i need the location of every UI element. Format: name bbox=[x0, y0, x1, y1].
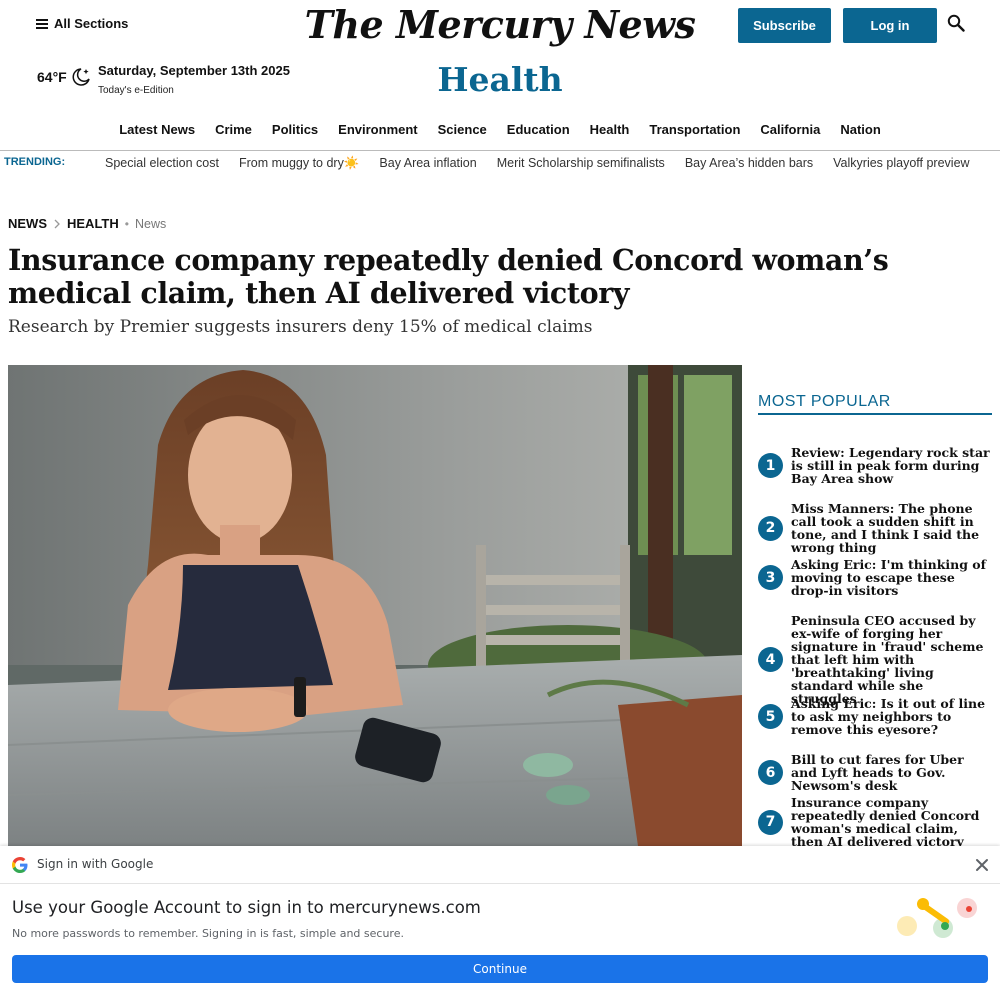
nav-divider bbox=[0, 150, 1000, 151]
breadcrumb-dot: • bbox=[124, 216, 129, 231]
rank-badge: 3 bbox=[758, 565, 783, 590]
search-icon[interactable] bbox=[947, 14, 965, 32]
breadcrumb-subsection[interactable]: News bbox=[135, 217, 166, 231]
popular-item[interactable]: 4 Peninsula CEO accused by ex-wife of fo… bbox=[758, 614, 992, 705]
nav-environment[interactable]: Environment bbox=[338, 122, 417, 137]
trending-item[interactable]: Bay Area inflation bbox=[379, 156, 476, 171]
popular-item[interactable]: 7 Insurance company repeatedly denied Co… bbox=[758, 796, 992, 848]
trending-item[interactable]: Merit Scholarship semifinalists bbox=[497, 156, 665, 171]
google-signin-subtitle: No more passwords to remember. Signing i… bbox=[12, 927, 404, 940]
login-button[interactable]: Log in bbox=[843, 8, 937, 43]
hero-photo-illustration bbox=[8, 365, 742, 846]
rank-badge: 4 bbox=[758, 647, 783, 672]
popular-item-title[interactable]: Miss Manners: The phone call took a sudd… bbox=[791, 502, 992, 554]
subscribe-button[interactable]: Subscribe bbox=[738, 8, 831, 43]
popular-item-title[interactable]: Insurance company repeatedly denied Conc… bbox=[791, 796, 992, 848]
popular-item[interactable]: 5 Asking Eric: Is it out of line to ask … bbox=[758, 697, 992, 736]
nav-latest-news[interactable]: Latest News bbox=[119, 122, 195, 137]
top-bar: All Sections The Mercury News Subscribe … bbox=[0, 0, 1000, 50]
popular-item[interactable]: 2 Miss Manners: The phone call took a su… bbox=[758, 502, 992, 554]
google-signin-header: Sign in with Google bbox=[0, 846, 1000, 884]
nav-education[interactable]: Education bbox=[507, 122, 570, 137]
close-icon[interactable] bbox=[974, 857, 990, 873]
continue-button[interactable]: Continue bbox=[12, 955, 988, 983]
trending-item[interactable]: From muggy to dry☀️ bbox=[239, 156, 359, 171]
popular-item-title[interactable]: Bill to cut fares for Uber and Lyft head… bbox=[791, 753, 992, 792]
google-logo-icon bbox=[12, 857, 28, 873]
popular-item[interactable]: 6 Bill to cut fares for Uber and Lyft he… bbox=[758, 753, 992, 792]
popular-item-title[interactable]: Peninsula CEO accused by ex-wife of forg… bbox=[791, 614, 992, 705]
key-illustration-icon bbox=[897, 898, 977, 938]
section-title[interactable]: Health bbox=[0, 60, 1000, 99]
nav-politics[interactable]: Politics bbox=[272, 122, 318, 137]
rank-badge: 5 bbox=[758, 704, 783, 729]
popular-item-title[interactable]: Asking Eric: I'm thinking of moving to e… bbox=[791, 558, 992, 597]
nav-california[interactable]: California bbox=[760, 122, 820, 137]
popular-item-title[interactable]: Review: Legendary rock star is still in … bbox=[791, 446, 992, 485]
chevron-right-icon bbox=[54, 219, 60, 228]
breadcrumb: NEWS HEALTH • News bbox=[8, 216, 166, 231]
main-nav: Latest News Crime Politics Environment S… bbox=[0, 122, 1000, 137]
trending-item[interactable]: Bay Area’s hidden bars bbox=[685, 156, 813, 171]
nav-nation[interactable]: Nation bbox=[840, 122, 880, 137]
rank-badge: 6 bbox=[758, 760, 783, 785]
rank-badge: 7 bbox=[758, 809, 783, 835]
google-signin-title: Use your Google Account to sign in to me… bbox=[12, 898, 481, 917]
nav-transportation[interactable]: Transportation bbox=[649, 122, 740, 137]
article-dek: Research by Premier suggests insurers de… bbox=[8, 317, 593, 337]
article-headline: Insurance company repeatedly denied Conc… bbox=[8, 243, 889, 310]
popular-item[interactable]: 1 Review: Legendary rock star is still i… bbox=[758, 446, 992, 485]
popular-item[interactable]: 3 Asking Eric: I'm thinking of moving to… bbox=[758, 558, 992, 597]
rank-badge: 1 bbox=[758, 453, 783, 478]
hero-photo[interactable] bbox=[8, 365, 742, 846]
trending-bar: TRENDING: Special election cost From mug… bbox=[0, 154, 1000, 174]
nav-science[interactable]: Science bbox=[438, 122, 487, 137]
trending-label: TRENDING: bbox=[4, 156, 66, 168]
most-popular-widget: MOST POPULAR 1 Review: Legendary rock st… bbox=[758, 393, 992, 848]
google-signin-prompt: Sign in with Google Use your Google Acco… bbox=[0, 846, 1000, 1000]
most-popular-title: MOST POPULAR bbox=[758, 393, 992, 415]
google-signin-header-label: Sign in with Google bbox=[37, 857, 154, 871]
rank-badge: 2 bbox=[758, 515, 783, 541]
breadcrumb-health[interactable]: HEALTH bbox=[67, 216, 119, 231]
popular-item-title[interactable]: Asking Eric: Is it out of line to ask my… bbox=[791, 697, 992, 736]
breadcrumb-news[interactable]: NEWS bbox=[8, 216, 47, 231]
nav-health[interactable]: Health bbox=[590, 122, 630, 137]
trending-item[interactable]: Special election cost bbox=[105, 156, 219, 171]
trending-item[interactable]: Valkyries playoff preview bbox=[833, 156, 969, 171]
nav-crime[interactable]: Crime bbox=[215, 122, 252, 137]
